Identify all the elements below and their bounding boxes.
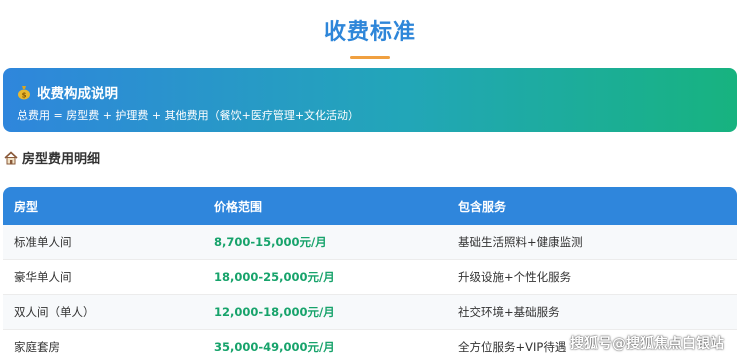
price-cell: 12,000-18,000元/月 — [214, 305, 335, 319]
services-cell: 基础生活照料+健康监测 — [458, 235, 583, 249]
section-title: 房型费用明细 — [22, 152, 101, 167]
price-cell: 8,700-15,000元/月 — [214, 235, 327, 249]
room-type-cell: 双人间（单人） — [14, 305, 95, 319]
table-row: 豪华单人间 18,000-25,000元/月 升级设施+个性化服务 — [3, 260, 737, 295]
watermark: 搜狐号@搜狐焦点白银站 — [570, 336, 724, 352]
banner-description: 总费用 = 房型费 + 护理费 + 其他费用（餐饮+医疗管理+文化活动） — [17, 109, 360, 122]
title-underline — [350, 56, 390, 59]
col-header-room: 房型 — [14, 199, 39, 214]
fee-composition-banner: $ 收费构成说明 总费用 = 房型费 + 护理费 + 其他费用（餐饮+医疗管理+… — [3, 68, 737, 132]
price-cell: 35,000-49,000元/月 — [214, 340, 335, 354]
money-bag-icon: $ — [18, 85, 30, 99]
page-title: 收费标准 — [323, 20, 416, 45]
banner-title: 收费构成说明 — [37, 86, 118, 102]
services-cell: 升级设施+个性化服务 — [458, 270, 572, 284]
col-header-services: 包含服务 — [458, 199, 507, 214]
banner-header: $ 收费构成说明 — [17, 82, 737, 102]
house-icon — [4, 150, 18, 164]
price-cell: 18,000-25,000元/月 — [214, 270, 335, 284]
table-header: 房型 价格范围 包含服务 — [3, 187, 737, 225]
services-cell: 社交环境+基础服务 — [458, 305, 560, 319]
title-area: 收费标准 — [0, 0, 740, 59]
svg-text:$: $ — [22, 91, 27, 99]
room-type-cell: 家庭套房 — [14, 340, 60, 354]
col-header-price: 价格范围 — [214, 199, 263, 214]
section-heading: 房型费用明细 — [4, 148, 100, 167]
table-row: 双人间（单人） 12,000-18,000元/月 社交环境+基础服务 — [3, 295, 737, 330]
room-type-cell: 标准单人间 — [14, 235, 72, 249]
table-row: 标准单人间 8,700-15,000元/月 基础生活照料+健康监测 — [3, 225, 737, 260]
room-type-cell: 豪华单人间 — [14, 270, 72, 284]
